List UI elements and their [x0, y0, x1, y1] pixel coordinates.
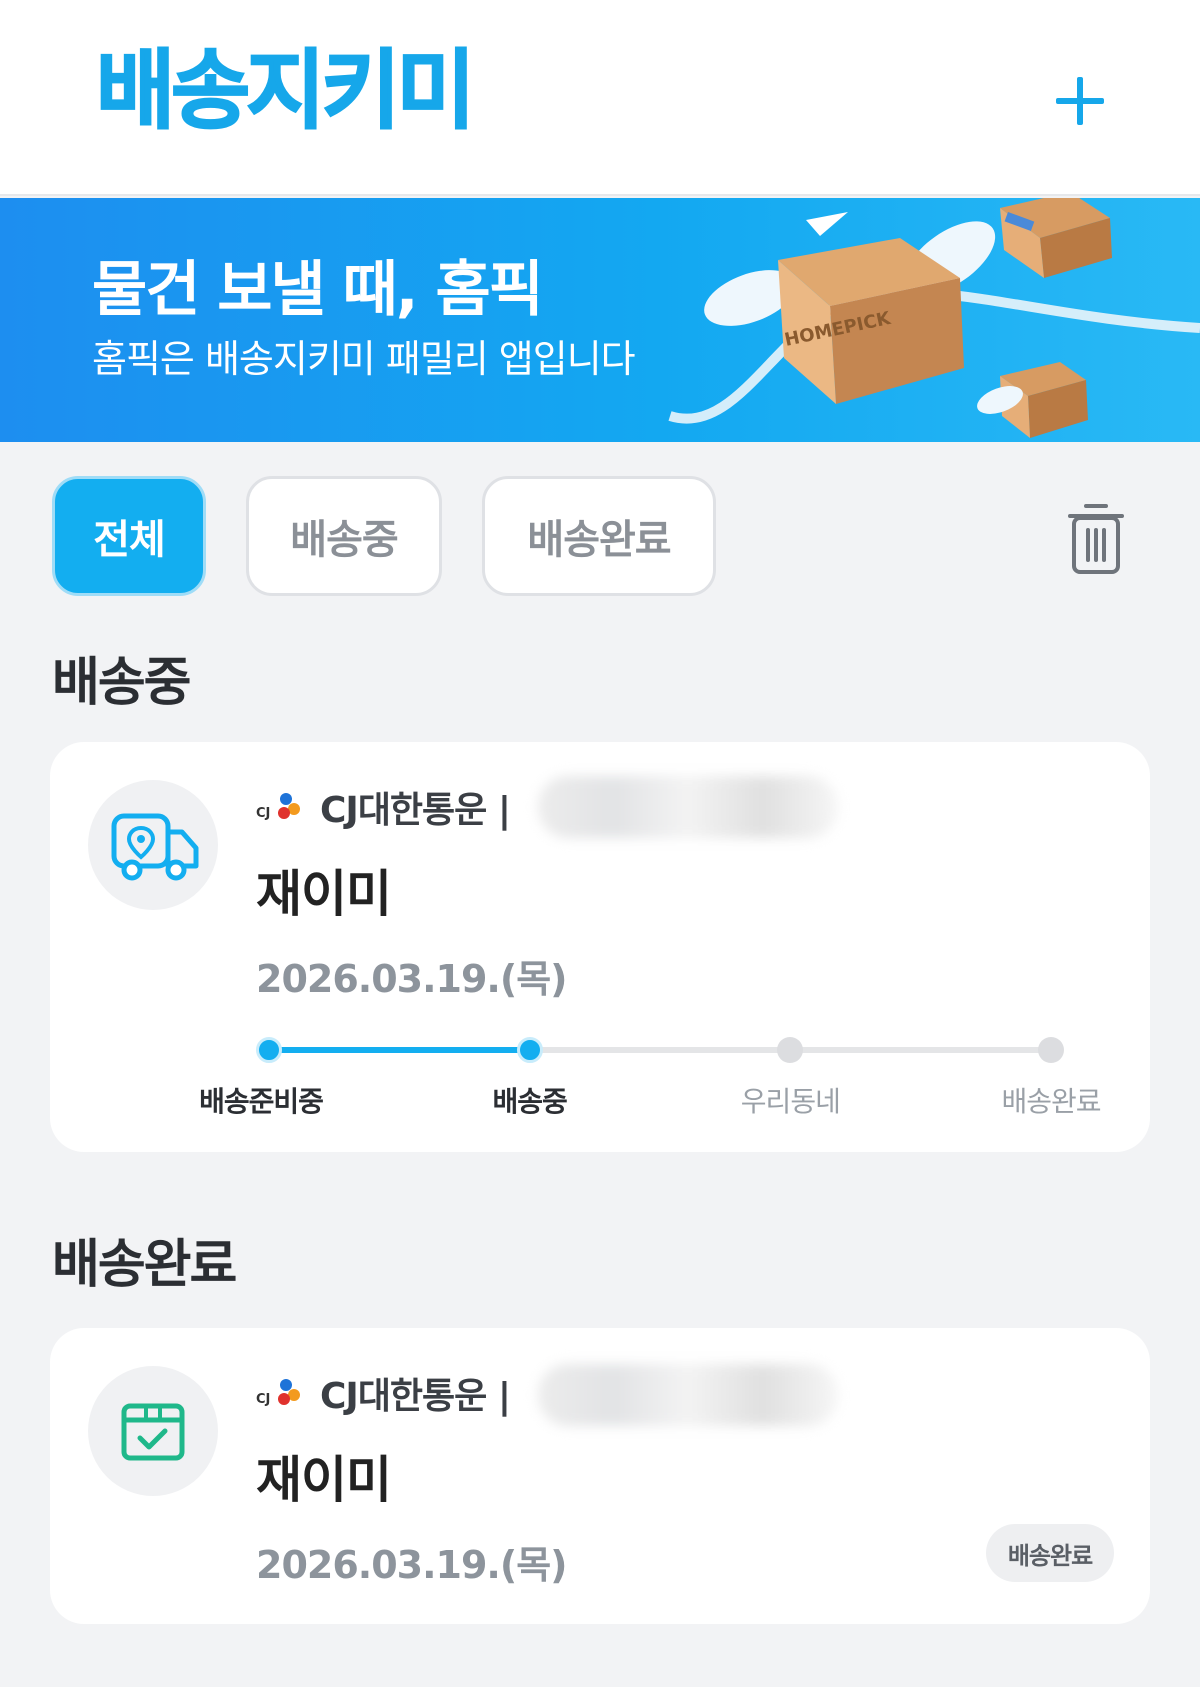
filter-tab-delivered[interactable]: 배송완료	[482, 476, 716, 596]
cj-logo-icon: CJ	[256, 1379, 300, 1407]
item-name: 재이미	[256, 865, 392, 923]
carrier-name: CJ대한통운 |	[320, 790, 511, 831]
progress-step-1	[256, 1037, 282, 1063]
progress-step-label-4: 배송완료	[1001, 1085, 1101, 1118]
app-header: 배송지키미	[0, 0, 1200, 196]
promo-banner[interactable]: 물건 보낼 때, 홈픽 홈픽은 배송지키미 패밀리 앱입니다 HOMEPICK	[0, 198, 1200, 442]
flying-boxes-illustration: HOMEPICK	[668, 198, 1200, 438]
carrier-name: CJ대한통운 |	[320, 1376, 511, 1417]
progress-step-label-2: 배송중	[492, 1085, 568, 1118]
svg-text:CJ: CJ	[256, 806, 270, 821]
svg-text:CJ: CJ	[256, 1392, 270, 1407]
cj-logo-icon: CJ	[256, 793, 300, 821]
delete-button[interactable]	[1064, 500, 1128, 576]
item-date: 2026.03.19.(목)	[256, 957, 568, 1001]
box-check-icon	[121, 1403, 185, 1461]
progress-step-label-3: 우리동네	[740, 1085, 841, 1118]
progress-step-label-1: 배송준비중	[199, 1085, 324, 1118]
shipment-card-delivered[interactable]: CJ CJ대한통운 | 재이미 2026.03.19.(목) 배송완료	[50, 1328, 1150, 1624]
banner-subtitle: 홈픽은 배송지키미 패밀리 앱입니다	[92, 337, 636, 381]
section-title-delivered: 배송완료	[52, 1235, 237, 1295]
shipment-icon-badge	[88, 780, 218, 910]
section-title-shipping: 배송중	[52, 653, 192, 713]
progress-step-4	[1038, 1037, 1064, 1063]
carrier-row: CJ CJ대한통운 |	[256, 782, 511, 832]
delivery-truck-icon	[111, 813, 199, 881]
status-badge: 배송완료	[986, 1524, 1114, 1582]
filter-tab-shipping[interactable]: 배송중	[246, 476, 442, 596]
add-tracking-button[interactable]	[1052, 70, 1116, 134]
paper-plane-icon	[806, 212, 848, 236]
filter-tab-all[interactable]: 전체	[52, 476, 206, 596]
progress-step-2	[516, 1037, 543, 1063]
item-name: 재이미	[256, 1451, 392, 1509]
redacted-tracking-number	[538, 776, 838, 838]
trash-icon	[1068, 504, 1124, 574]
redacted-tracking-number	[538, 1364, 838, 1426]
item-date: 2026.03.19.(목)	[256, 1543, 568, 1587]
progress-fill	[269, 1047, 530, 1053]
banner-title: 물건 보낼 때, 홈픽	[92, 255, 544, 325]
app-logo: 배송지키미	[95, 40, 477, 142]
shipment-card-in-transit[interactable]: CJ CJ대한통운 | 재이미 2026.03.19.(목) 배송준비중 배송중…	[50, 742, 1150, 1152]
progress-track	[269, 1047, 1051, 1053]
progress-step-3	[777, 1037, 804, 1063]
carrier-row: CJ CJ대한통운 |	[256, 1368, 511, 1418]
shipment-icon-badge	[88, 1366, 218, 1496]
